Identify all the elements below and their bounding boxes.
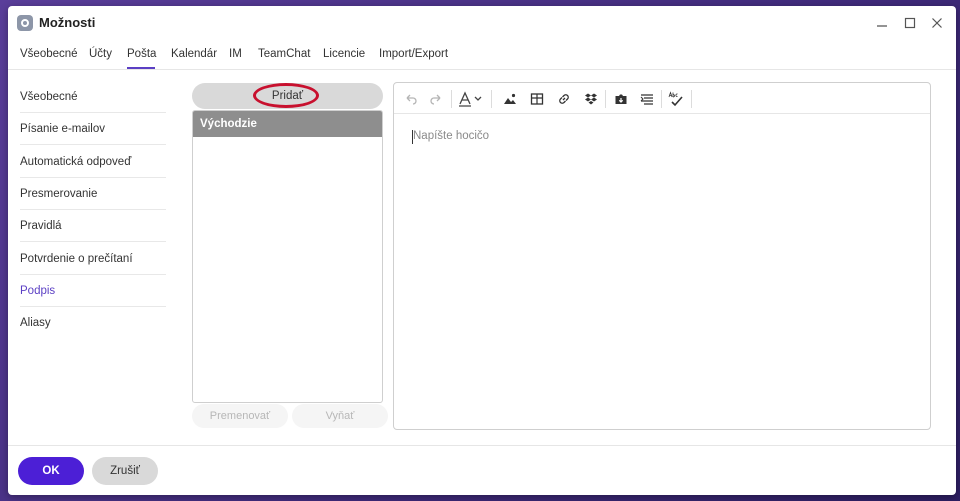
editor-toolbar: [394, 83, 930, 114]
tab-import-export[interactable]: Import/Export: [379, 48, 448, 60]
minimize-icon[interactable]: [872, 13, 892, 33]
dialog-footer: OK Zrušiť: [8, 445, 956, 495]
signature-list: Východzie: [192, 110, 383, 403]
tab-licenses[interactable]: Licencie: [323, 48, 365, 60]
toolbar-separator: [605, 90, 606, 108]
tab-accounts[interactable]: Účty: [89, 48, 112, 60]
sidebar-item-auto-reply[interactable]: Automatická odpoveď: [20, 146, 166, 178]
table-icon[interactable]: [528, 90, 546, 108]
undo-icon[interactable]: [402, 90, 420, 108]
editor-placeholder[interactable]: Napíšte hocičo: [413, 130, 489, 142]
list-item[interactable]: Východzie: [193, 111, 382, 137]
tab-mail[interactable]: Pošta: [127, 48, 156, 60]
tab-teamchat[interactable]: TeamChat: [258, 48, 310, 60]
toolbar-separator: [661, 90, 662, 108]
sidebar-item-forwarding[interactable]: Presmerovanie: [20, 178, 166, 210]
title-bar: Možnosti: [8, 6, 956, 40]
sidebar-item-aliases[interactable]: Aliasy: [20, 307, 166, 339]
settings-app-icon: [17, 15, 33, 31]
rename-signature-button[interactable]: Premenovať: [192, 404, 288, 428]
text-color-icon[interactable]: [456, 90, 486, 108]
sidebar-item-composing[interactable]: Písanie e-mailov: [20, 113, 166, 145]
sidebar-item-rules[interactable]: Pravidlá: [20, 210, 166, 242]
insert-file-icon[interactable]: [612, 90, 630, 108]
window-title: Možnosti: [39, 15, 96, 30]
toolbar-separator: [491, 90, 492, 108]
add-signature-button[interactable]: Pridať: [192, 83, 383, 109]
link-icon[interactable]: [555, 90, 573, 108]
options-dialog: Možnosti Všeobecné Účty Pošta Kalendár I…: [8, 6, 956, 495]
redo-icon[interactable]: [427, 90, 445, 108]
sidebar-item-read-receipt[interactable]: Potvrdenie o prečítaní: [20, 243, 166, 275]
toolbar-separator: [691, 90, 692, 108]
cancel-button[interactable]: Zrušiť: [92, 457, 158, 485]
signature-editor: Napíšte hocičo: [393, 82, 931, 430]
toolbar-separator: [451, 90, 452, 108]
align-icon[interactable]: [638, 90, 656, 108]
close-icon[interactable]: [927, 13, 947, 33]
delete-signature-button[interactable]: Vyňať: [292, 404, 388, 428]
image-icon[interactable]: [501, 90, 519, 108]
sidebar-item-general[interactable]: Všeobecné: [20, 81, 166, 113]
tab-im[interactable]: IM: [229, 48, 242, 60]
maximize-icon[interactable]: [900, 13, 920, 33]
tab-bar: Všeobecné Účty Pošta Kalendár IM TeamCha…: [8, 40, 956, 70]
active-tab-indicator: [127, 67, 155, 69]
tab-calendar[interactable]: Kalendár: [171, 48, 217, 60]
spellcheck-icon[interactable]: [667, 90, 685, 108]
sidebar-item-signature[interactable]: Podpis: [20, 275, 166, 307]
tab-general[interactable]: Všeobecné: [20, 48, 78, 60]
dropbox-icon[interactable]: [582, 90, 600, 108]
ok-button[interactable]: OK: [18, 457, 84, 485]
